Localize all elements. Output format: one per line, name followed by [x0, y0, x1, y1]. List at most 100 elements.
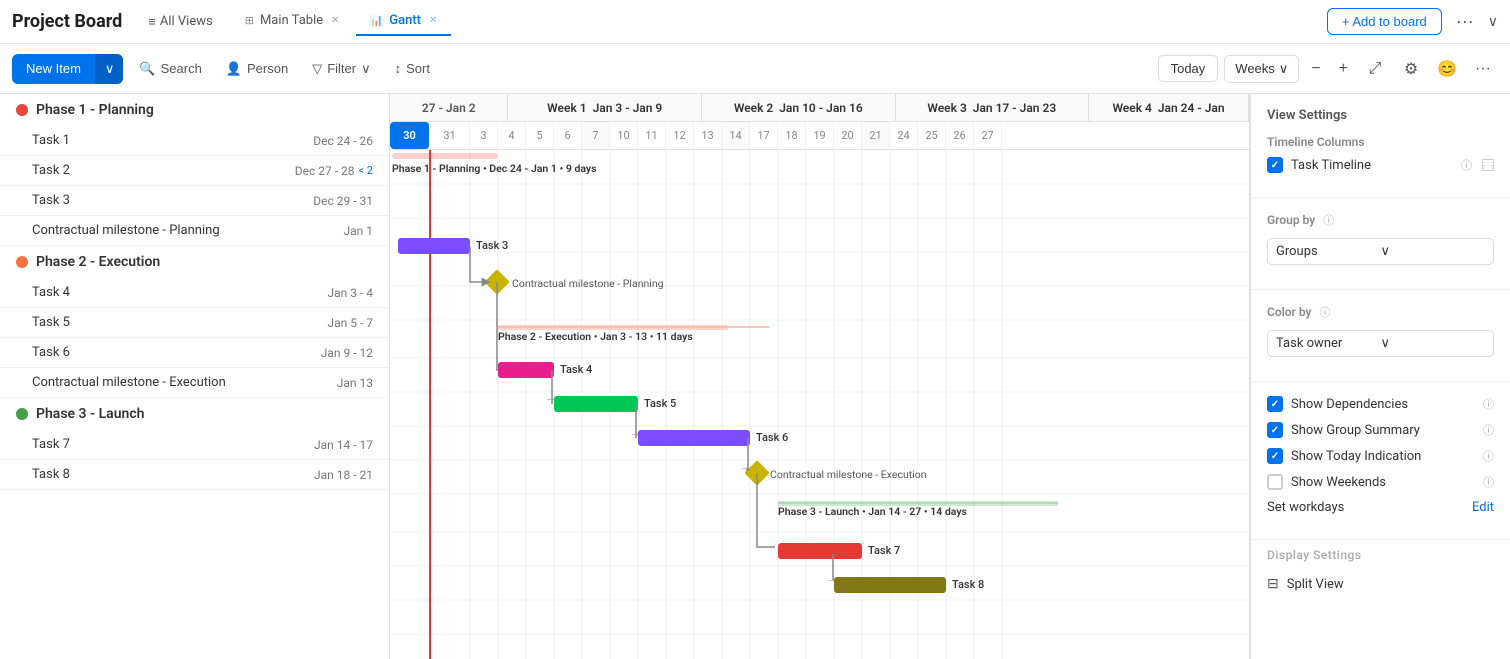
- task-row[interactable]: Task 1 Dec 24 - 26: [0, 126, 389, 156]
- show-today-checkbox[interactable]: ✓: [1267, 448, 1283, 464]
- table-icon: ⊞: [245, 14, 254, 27]
- day-27: 27: [974, 122, 1002, 149]
- day-13: 13: [694, 122, 722, 149]
- task-row[interactable]: Task 3 Dec 29 - 31: [0, 186, 389, 216]
- gantt-chart[interactable]: Phase 1 - Planning • Dec 24 - Jan 1 • 9 …: [390, 150, 1249, 659]
- zoom-in-button[interactable]: +: [1333, 56, 1354, 82]
- task-row[interactable]: Task 5 Jan 5 - 7: [0, 308, 389, 338]
- toggles-section: ✓ Show Dependencies ⓘ ✓ Show Group Summa…: [1251, 382, 1510, 540]
- sort-icon: ↕: [395, 61, 402, 76]
- milestone-planning-label: Contractual milestone - Planning: [512, 277, 664, 290]
- phase3-header[interactable]: Phase 3 - Launch: [0, 398, 389, 430]
- task4-label: Task 4: [560, 363, 592, 376]
- app-title: Project Board: [12, 11, 122, 32]
- show-weekends-row: Show Weekends ⓘ: [1267, 474, 1494, 490]
- gantt-days-row: 30 31 3 4 5 6 7 10 11 12 13 14 17 18 19 …: [390, 122, 1249, 150]
- new-item-button[interactable]: New Item ∨: [12, 54, 123, 84]
- task4-bar[interactable]: [498, 362, 554, 378]
- show-group-summary-checkbox[interactable]: ✓: [1267, 422, 1283, 438]
- filter-chevron: ∨: [361, 61, 371, 77]
- zoom-out-button[interactable]: −: [1305, 56, 1326, 82]
- tab-main-table[interactable]: ⊞ Main Table ✕: [231, 7, 354, 36]
- phase3-dot: [16, 408, 28, 420]
- task-timeline-row: ✓ Task Timeline ⓘ ⋮⋮: [1267, 157, 1494, 173]
- arrow-head-5: →: [740, 460, 751, 473]
- sort-button[interactable]: ↕ Sort: [387, 55, 438, 82]
- week-label-0: 27 - Jan 2: [390, 94, 508, 121]
- more-options-button[interactable]: ···: [1450, 7, 1480, 36]
- week-label-3: Week 3 Jan 17 - Jan 23: [896, 94, 1090, 121]
- task-row[interactable]: Task 7 Jan 14 - 17: [0, 430, 389, 460]
- all-views-btn[interactable]: ≡ All Views: [138, 8, 222, 36]
- show-group-summary-info[interactable]: ⓘ: [1483, 422, 1494, 438]
- show-weekends-checkbox[interactable]: [1267, 474, 1283, 490]
- task8-label: Task 8: [952, 578, 984, 591]
- task7-label: Task 7: [868, 544, 900, 557]
- task-timeline-checkbox[interactable]: ✓: [1267, 157, 1283, 173]
- person-view-button[interactable]: 😊: [1432, 54, 1462, 84]
- show-dependencies-info[interactable]: ⓘ: [1483, 396, 1494, 412]
- task-row[interactable]: Task 6 Jan 9 - 12: [0, 338, 389, 368]
- color-by-label: Color by: [1267, 305, 1312, 319]
- weeks-button[interactable]: Weeks ∨: [1224, 55, 1299, 83]
- search-icon: 🔍: [139, 61, 155, 77]
- search-button[interactable]: 🔍 Search: [131, 55, 209, 83]
- phase2-header[interactable]: Phase 2 - Execution: [0, 246, 389, 278]
- task-timeline-info[interactable]: ⓘ: [1461, 157, 1472, 173]
- week-label-2: Week 2 Jan 10 - Jan 16: [702, 94, 896, 121]
- group-by-info[interactable]: ⓘ: [1323, 212, 1334, 228]
- group-by-label: Group by: [1267, 213, 1315, 227]
- settings-button[interactable]: ⚙: [1396, 54, 1426, 84]
- more-gantt-button[interactable]: ···: [1468, 54, 1498, 84]
- tab-close-main[interactable]: ✕: [331, 15, 339, 26]
- task3-bar[interactable]: [398, 238, 470, 254]
- new-item-dropdown-arrow[interactable]: ∨: [95, 54, 124, 84]
- color-by-header-row: Color by ⓘ: [1267, 304, 1494, 320]
- today-button[interactable]: Today: [1158, 55, 1219, 82]
- group-by-dropdown[interactable]: Groups ∨: [1267, 238, 1494, 265]
- right-panel: View Settings Timeline Columns ✓ Task Ti…: [1250, 94, 1510, 659]
- task3-label: Task 3: [476, 239, 508, 252]
- task-timeline-handle[interactable]: ⋮⋮: [1482, 159, 1494, 171]
- color-by-dropdown[interactable]: Task owner ∨: [1267, 330, 1494, 357]
- gantt-weeks-row: 27 - Jan 2 Week 1 Jan 3 - Jan 9 Week 2 J…: [390, 94, 1249, 122]
- task-row[interactable]: Contractual milestone - Execution Jan 13: [0, 368, 389, 398]
- tab-gantt[interactable]: 📊 Gantt ✕: [356, 7, 452, 36]
- phase1-summary-label: Phase 1 - Planning • Dec 24 - Jan 1 • 9 …: [392, 162, 597, 175]
- color-by-info[interactable]: ⓘ: [1320, 304, 1331, 320]
- toolbar: New Item ∨ 🔍 Search 👤 Person ▽ Filter ∨ …: [0, 44, 1510, 94]
- timeline-columns-label: Timeline Columns: [1267, 135, 1494, 149]
- task-row[interactable]: Task 8 Jan 18 - 21: [0, 460, 389, 490]
- day-21: 21: [862, 122, 890, 149]
- show-dependencies-row: ✓ Show Dependencies ⓘ: [1267, 396, 1494, 412]
- set-workdays-row: Set workdays Edit: [1267, 500, 1494, 515]
- fullscreen-button[interactable]: ⤢: [1360, 54, 1390, 84]
- gantt-area[interactable]: 27 - Jan 2 Week 1 Jan 3 - Jan 9 Week 2 J…: [390, 94, 1249, 659]
- task8-bar[interactable]: [834, 577, 946, 593]
- split-view-row[interactable]: ⊟ Split View: [1251, 566, 1510, 602]
- show-today-info[interactable]: ⓘ: [1483, 448, 1494, 464]
- day-31: 31: [430, 122, 470, 149]
- tab-close-gantt[interactable]: ✕: [429, 15, 437, 26]
- weeks-chevron-icon: ∨: [1279, 61, 1289, 77]
- day-3: 3: [470, 122, 498, 149]
- day-6: 6: [554, 122, 582, 149]
- add-board-button[interactable]: + Add to board: [1327, 8, 1442, 35]
- task-row[interactable]: Task 2 Dec 27 - 28 < 2: [0, 156, 389, 186]
- person-button[interactable]: 👤 Person: [218, 55, 296, 83]
- show-weekends-info[interactable]: ⓘ: [1483, 474, 1494, 490]
- week-label-1: Week 1 Jan 3 - Jan 9: [508, 94, 702, 121]
- task6-bar[interactable]: [638, 430, 750, 446]
- task5-bar[interactable]: [554, 396, 638, 412]
- gantt-controls: Today Weeks ∨ − + ⤢ ⚙ 😊 ···: [1158, 54, 1498, 84]
- show-dependencies-checkbox[interactable]: ✓: [1267, 396, 1283, 412]
- task-row[interactable]: Contractual milestone - Planning Jan 1: [0, 216, 389, 246]
- task7-bar[interactable]: [778, 543, 862, 559]
- phase1-header[interactable]: Phase 1 - Planning: [0, 94, 389, 126]
- task-row[interactable]: Task 4 Jan 3 - 4: [0, 278, 389, 308]
- filter-button[interactable]: ▽ Filter ∨: [304, 55, 378, 83]
- phase1-summary-bar: [392, 153, 498, 159]
- collapse-button[interactable]: ∨: [1488, 13, 1498, 30]
- set-workdays-edit[interactable]: Edit: [1472, 500, 1494, 515]
- day-20: 20: [834, 122, 862, 149]
